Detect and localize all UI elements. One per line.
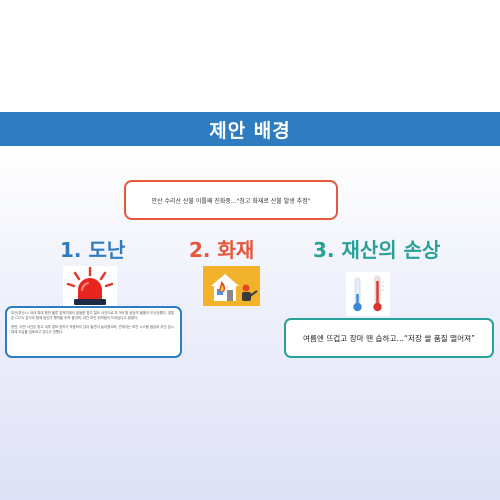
damage-quote: 여름엔 뜨겁고 장마 땐 습하고…“저장 쌀 품질 떨어져” [302,333,476,343]
theft-article-paragraph: 한편, 이번 사건은 창고 내부 경보 장치가 작동하지 않아 발견이 늦어졌으… [11,325,174,334]
house-fire-icon [203,266,260,306]
damage-quote-box: 여름엔 뜨겁고 장마 땐 습하고…“저장 쌀 품질 떨어져” [284,318,494,358]
category-theft-title: 1. 도난 [60,238,126,262]
news-headline-box: 안산 수리산 산불 이틀째 진화중..."창고 화재로 산불 발생 추정" [124,180,338,220]
theft-article-paragraph: 부산/부산시: 국내 최대 항만 물류 집적지에서 발생한 창고 절도 사건으로… [11,311,175,320]
siren-icon [63,266,117,308]
category-damage-title: 3. 재산의 손상 [313,238,441,262]
banner-title: 제안 배경 [209,119,291,142]
theft-article-box: 부산/부산시: 국내 최대 항만 물류 집적지에서 발생한 창고 절도 사건으로… [5,306,182,358]
news-headline: 안산 수리산 산불 이틀째 진화중..."창고 화재로 산불 발생 추정" [151,197,311,205]
thermometer-icon [346,272,390,316]
section-banner: 제안 배경 [0,112,500,146]
category-fire-title: 2. 화재 [189,238,255,262]
